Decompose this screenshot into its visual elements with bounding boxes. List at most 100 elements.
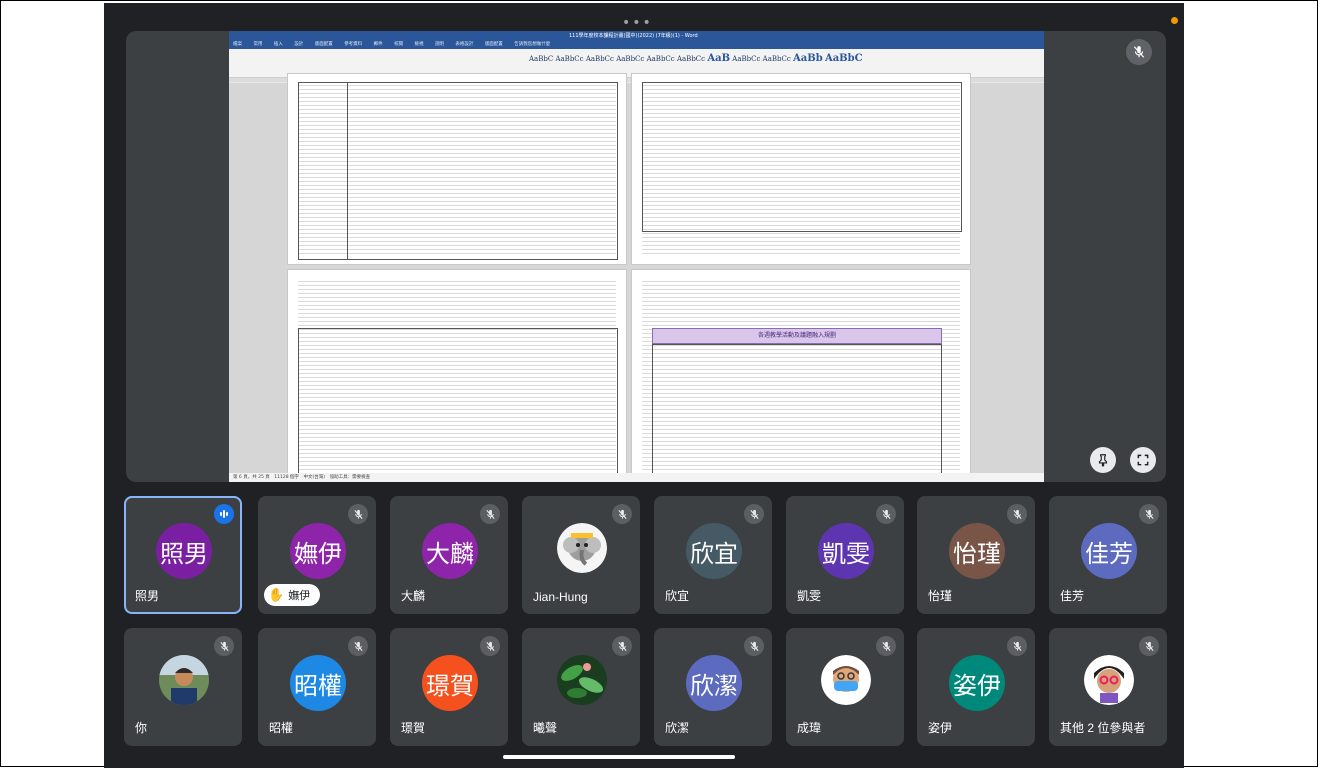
avatar: [821, 655, 871, 705]
participant-tile[interactable]: 昭權 昭權: [258, 628, 376, 746]
avatar: 嫵伊: [290, 523, 346, 579]
participant-tile[interactable]: 欣宜 欣宜: [654, 496, 772, 614]
avatar-initials: 佳芳: [1085, 539, 1133, 568]
avatar: 照男: [156, 523, 212, 579]
avatar: 大麟: [422, 523, 478, 579]
participant-name: 其他 2 位參與者: [1060, 721, 1146, 735]
table-border: [652, 344, 942, 478]
avatar-initials: 欣潔: [690, 671, 738, 700]
doc-page: [287, 73, 627, 265]
meeting-screen: ••• 111學年度校本課程計畫(國中)(2022) (7年級)(1) - Wo…: [104, 3, 1184, 768]
mic-off-icon: [612, 636, 632, 656]
avatar-initials: 凱雯: [822, 539, 870, 568]
document-pages: 各週教學活動及議題融入規劃: [229, 73, 1044, 479]
style-item: AaBbCc: [555, 55, 584, 63]
avatar-initials: 大麟: [426, 539, 474, 568]
avatar: 佳芳: [1081, 523, 1137, 579]
participant-tile[interactable]: 照男 照男: [124, 496, 242, 614]
participant-tile[interactable]: 嫵伊 ✋ 嫵伊: [258, 496, 376, 614]
mic-off-icon: [480, 636, 500, 656]
mic-off-icon: [1007, 504, 1027, 524]
menu-item: 告訴我您想做什麼: [514, 42, 551, 47]
avatar-initials: 欣宜: [690, 539, 738, 568]
mic-off-icon: [348, 504, 368, 524]
participant-tile[interactable]: 怡瑾 怡瑾: [917, 496, 1035, 614]
participant-tile[interactable]: Jian-Hung: [522, 496, 640, 614]
fullscreen-icon[interactable]: [1130, 447, 1156, 473]
participant-name: 姿伊: [928, 721, 953, 735]
style-item: AaBb: [793, 53, 823, 64]
participant-name: 昭權: [269, 721, 294, 735]
style-item: AaBbCc: [732, 55, 761, 63]
participant-tile[interactable]: 璟賀 璟賀: [390, 628, 508, 746]
participant-name: Jian-Hung: [533, 590, 588, 604]
participant-tile[interactable]: 曦聲: [522, 628, 640, 746]
mic-off-icon: [1007, 636, 1027, 656]
raised-hand-badge: ✋ 嫵伊: [264, 584, 321, 606]
avatar-initials: 怡瑾: [953, 539, 1001, 568]
participant-name: 曦聲: [533, 721, 558, 735]
menu-item: 說明: [434, 42, 444, 47]
mic-off-icon: [876, 504, 896, 524]
avatar-initials: 璟賀: [426, 671, 474, 700]
mic-off-icon: [744, 504, 764, 524]
mic-off-icon: [1139, 636, 1159, 656]
participant-name: 怡瑾: [928, 589, 953, 603]
avatar: 昭權: [290, 655, 346, 711]
avatar: 欣宜: [686, 523, 742, 579]
mic-off-icon: [612, 504, 632, 524]
more-dots-icon[interactable]: •••: [622, 15, 653, 31]
pin-icon[interactable]: [1090, 447, 1116, 473]
home-indicator[interactable]: [503, 755, 735, 759]
avatar-initials: 嫵伊: [294, 539, 342, 568]
mic-off-icon: [1126, 39, 1152, 65]
participant-tile[interactable]: 大麟 大麟: [390, 496, 508, 614]
style-item: AaBbCc: [585, 55, 614, 63]
participant-name: 成瑋: [797, 721, 822, 735]
avatar: [557, 655, 607, 705]
participant-tile[interactable]: 欣潔 欣潔: [654, 628, 772, 746]
menu-item: 校閱: [394, 42, 404, 47]
shared-word-window: 111學年度校本課程計畫(國中)(2022) (7年級)(1) - Word 檔…: [229, 31, 1044, 482]
style-gallery: AaBbC AaBbCc AaBbCc AaBbCc AaBbCc AaBbCc…: [529, 53, 863, 64]
mic-off-icon: [876, 636, 896, 656]
avatar: 璟賀: [422, 655, 478, 711]
avatar: 姿伊: [949, 655, 1005, 711]
word-statusbar: 第 6 頁，共 25 頁 11128 個字 中文(台灣) 協助工具：需要檢查: [229, 473, 1044, 482]
avatar: 凱雯: [818, 523, 874, 579]
doc-page: [631, 73, 971, 265]
mic-off-icon: [480, 504, 500, 524]
avatar: [159, 655, 209, 705]
participant-name: 璟賀: [401, 721, 426, 735]
mic-off-icon: [1139, 504, 1159, 524]
avatar-initials: 照男: [160, 539, 208, 568]
style-item: AaBbCc: [762, 55, 791, 63]
style-item: AaBbC: [824, 53, 863, 64]
participant-tile[interactable]: 成瑋: [786, 628, 904, 746]
style-item: AaBbCc: [616, 55, 645, 63]
avatar-initials: 姿伊: [953, 671, 1001, 700]
screenshot-frame: ••• 111學年度校本課程計畫(國中)(2022) (7年級)(1) - Wo…: [0, 0, 1318, 768]
audio-wave-icon: [214, 504, 234, 524]
participant-tile[interactable]: 你: [124, 628, 242, 746]
participant-name: 大麟: [401, 589, 426, 603]
style-item: AaBbC: [529, 55, 554, 63]
participant-name: 欣潔: [665, 721, 690, 735]
menu-item: 檔案: [233, 42, 242, 47]
presentation-area[interactable]: 111學年度校本課程計畫(國中)(2022) (7年級)(1) - Word 檔…: [126, 31, 1166, 482]
avatar: 欣潔: [686, 655, 742, 711]
participant-tile[interactable]: 其他 2 位參與者: [1049, 628, 1167, 746]
participant-name: 你: [135, 721, 148, 735]
table-banner: 各週教學活動及議題融入規劃: [652, 328, 942, 344]
menu-item: 參考資料: [344, 42, 363, 47]
participant-tile[interactable]: 佳芳 佳芳: [1049, 496, 1167, 614]
menu-item: 設計: [294, 42, 304, 47]
avatar: [1084, 655, 1134, 705]
participant-name: 欣宜: [665, 589, 690, 603]
participant-tile[interactable]: 凱雯 凱雯: [786, 496, 904, 614]
table-border: [298, 328, 618, 478]
participant-name: 凱雯: [797, 589, 822, 603]
avatar-initials: 昭權: [294, 671, 342, 700]
mic-off-icon: [348, 636, 368, 656]
participant-tile[interactable]: 姿伊 姿伊: [917, 628, 1035, 746]
